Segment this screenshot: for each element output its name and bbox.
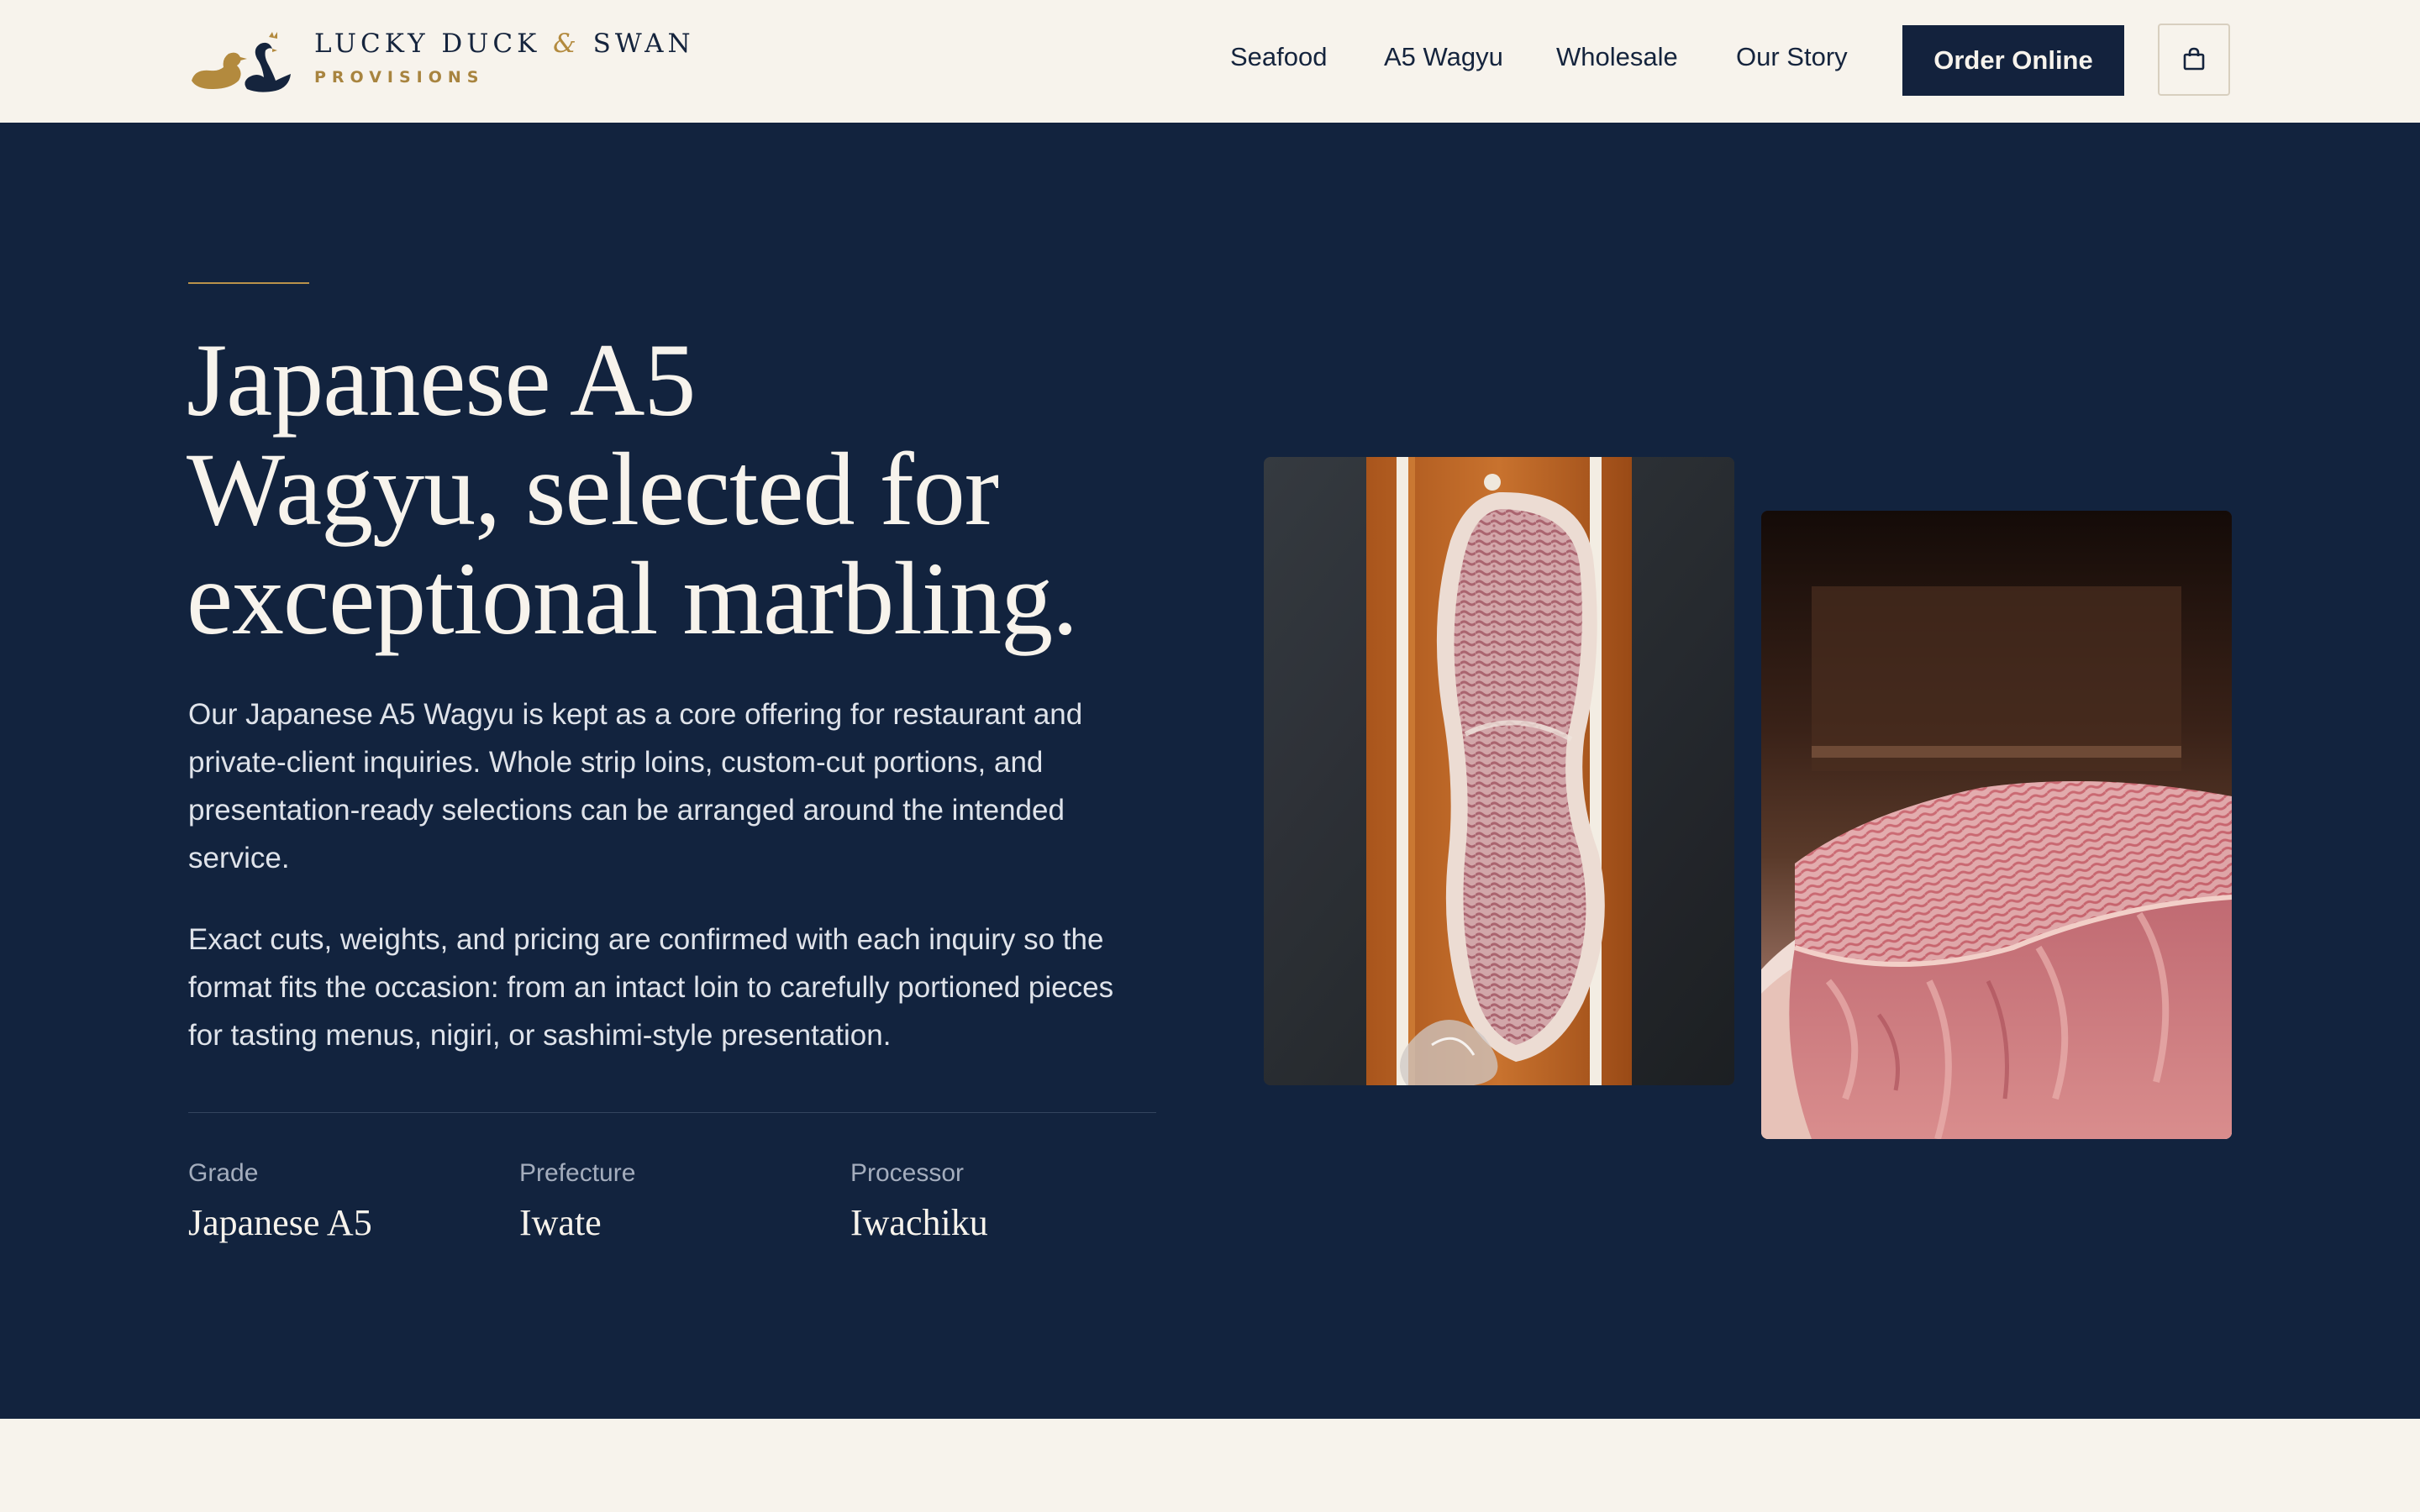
headline-line: exceptional marbling. <box>187 541 1078 656</box>
spec-label: Processor <box>850 1159 965 1187</box>
nav-link-wholesale[interactable]: Wholesale <box>1556 42 1678 72</box>
site-header: LUCKY DUCK & SWAN PROVISIONS Seafood A5 … <box>0 0 2420 123</box>
cart-button[interactable] <box>2158 24 2230 96</box>
spec-divider <box>188 1112 1156 1113</box>
shopping-bag-icon <box>2181 46 2207 74</box>
spec-grade: Grade Japanese A5 <box>188 1159 491 1244</box>
hero-headline: Japanese A5 Wagyu, selected for exceptio… <box>187 326 1195 654</box>
nav-link-seafood[interactable]: Seafood <box>1230 42 1328 72</box>
spec-value: Iwachiku <box>850 1202 988 1243</box>
accent-divider <box>188 282 309 284</box>
nav-link-a5-wagyu[interactable]: A5 Wagyu <box>1384 42 1503 72</box>
spec-prefecture: Prefecture Iwate <box>519 1159 822 1244</box>
spec-value: Iwate <box>519 1202 602 1243</box>
spec-label: Prefecture <box>519 1159 636 1187</box>
order-online-button[interactable]: Order Online <box>1902 25 2124 96</box>
intro-paragraph: Our Japanese A5 Wagyu is kept as a core … <box>188 698 1083 874</box>
nav-link-our-story[interactable]: Our Story <box>1736 42 1848 72</box>
next-section-band <box>0 1419 2420 1512</box>
headline-line: Japanese A5 <box>187 323 696 438</box>
wagyu-striploin-photo <box>1264 457 1734 1085</box>
headline-line: Wagyu, selected for <box>187 432 999 547</box>
spec-value: Japanese A5 <box>188 1202 372 1243</box>
wagyu-closeup-photo <box>1761 511 2232 1139</box>
spec-label: Grade <box>188 1159 259 1187</box>
spec-processor: Processor Iwachiku <box>850 1159 1153 1244</box>
detail-paragraph: Exact cuts, weights, and pricing are con… <box>188 923 1114 1052</box>
hero-section: Japanese A5 Wagyu, selected for exceptio… <box>0 123 2420 1419</box>
